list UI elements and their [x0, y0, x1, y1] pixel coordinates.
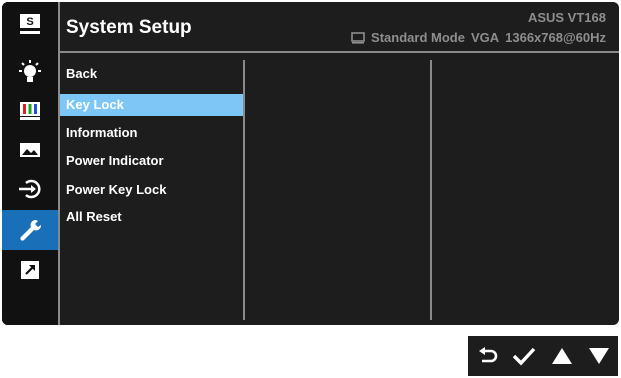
menu-item-back[interactable]: Back [60, 63, 243, 85]
shortcut-icon [21, 261, 39, 279]
sidebar-item-shortcut[interactable] [2, 250, 58, 290]
color-icon [20, 102, 40, 120]
image-icon [20, 143, 40, 157]
nav-button-bar [468, 336, 618, 376]
splendid-icon: S [20, 14, 40, 34]
divider-column-1 [243, 60, 245, 320]
menu-item-all-reset[interactable]: All Reset [60, 206, 243, 228]
menu-item-key-lock[interactable]: Key Lock [60, 94, 243, 116]
up-button[interactable] [548, 342, 576, 370]
sidebar-item-color[interactable] [2, 90, 58, 130]
monitor-icon [351, 31, 365, 44]
divider-column-2 [430, 60, 432, 320]
confirm-icon [513, 347, 536, 366]
menu-item-information[interactable]: Information [60, 122, 243, 144]
system-setup-icon [20, 219, 42, 241]
page-title: System Setup [66, 17, 192, 38]
back-icon [478, 347, 497, 363]
menu-item-power-key-lock[interactable]: Power Key Lock [60, 179, 243, 201]
sidebar-item-blue-light[interactable] [2, 52, 58, 92]
input-select-icon [19, 179, 41, 199]
divider-header [58, 51, 619, 53]
sidebar-item-image[interactable] [2, 130, 58, 170]
resolution-label: 1366x768@60Hz [505, 30, 606, 45]
menu-item-power-indicator[interactable]: Power Indicator [60, 150, 243, 172]
sidebar-item-system-setup[interactable] [2, 210, 58, 250]
sidebar-item-input-select[interactable] [2, 169, 58, 209]
osd-panel: S System Setup ASUS VT168 Standard Mode … [2, 2, 619, 325]
mode-label: Standard Mode [371, 30, 465, 45]
model-name: ASUS VT168 [527, 10, 606, 25]
input-label: VGA [470, 30, 500, 45]
status-line: Standard Mode VGA 1366x768@60Hz [351, 30, 606, 45]
sidebar-item-splendid[interactable]: S [2, 4, 58, 44]
up-icon [551, 348, 572, 364]
sidebar: S [2, 2, 58, 325]
back-button[interactable] [473, 342, 501, 370]
down-button[interactable] [585, 342, 613, 370]
down-icon [589, 348, 610, 364]
svg-text:S: S [26, 16, 33, 28]
confirm-button[interactable] [510, 342, 538, 370]
blue-light-filter-icon [19, 60, 41, 82]
